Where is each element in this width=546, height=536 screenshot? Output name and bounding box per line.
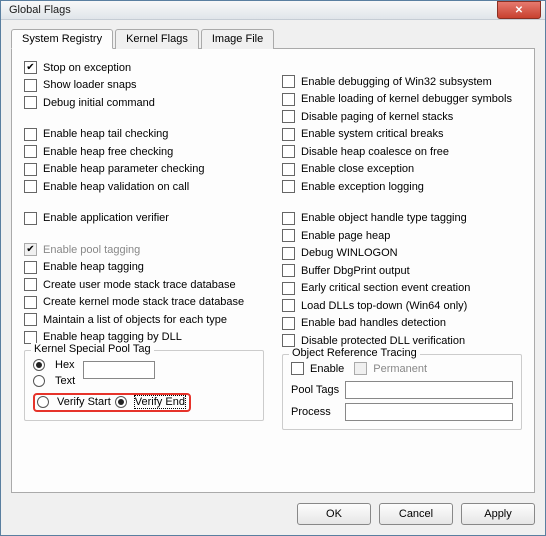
lbl-load-kernel-symbols: Enable loading of kernel debugger symbol… [301, 93, 512, 105]
cb-heap-validation[interactable] [24, 180, 37, 193]
cb-maintain-object-list[interactable] [24, 313, 37, 326]
tab-kernel-flags[interactable]: Kernel Flags [115, 29, 199, 49]
lbl-ort-process: Process [291, 406, 339, 418]
cb-heap-tagging-dll[interactable] [24, 331, 37, 344]
lbl-verify-start: Verify Start [57, 396, 111, 408]
group-title-ort: Object Reference Tracing [289, 347, 420, 359]
lbl-verify-end: Verify End [135, 396, 185, 408]
cb-early-critical-section[interactable] [282, 282, 295, 295]
lbl-disable-paging-kernel-stacks: Disable paging of kernel stacks [301, 111, 453, 123]
lbl-load-dlls-top-down: Load DLLs top-down (Win64 only) [301, 300, 467, 312]
cb-disable-paging-kernel-stacks[interactable] [282, 110, 295, 123]
cb-debug-winlogon[interactable] [282, 247, 295, 260]
radio-verify-start[interactable] [37, 396, 49, 408]
lbl-buffer-dbgprint: Buffer DbgPrint output [301, 265, 410, 277]
close-button[interactable]: ✕ [497, 1, 541, 19]
cb-heap-tail-checking[interactable] [24, 128, 37, 141]
cb-buffer-dbgprint[interactable] [282, 264, 295, 277]
lbl-heap-tagging-dll: Enable heap tagging by DLL [43, 331, 182, 343]
lbl-user-stack-trace-db: Create user mode stack trace database [43, 279, 236, 291]
ok-button[interactable]: OK [297, 503, 371, 525]
cb-bad-handles-detection[interactable] [282, 317, 295, 330]
close-icon: ✕ [515, 5, 523, 16]
cb-load-kernel-symbols[interactable] [282, 93, 295, 106]
cb-close-exception[interactable] [282, 163, 295, 176]
cb-heap-tagging[interactable] [24, 261, 37, 274]
lbl-disable-protected-dll-verify: Disable protected DLL verification [301, 335, 465, 347]
cb-debug-initial-command[interactable] [24, 96, 37, 109]
input-ort-process[interactable] [345, 403, 513, 421]
cb-heap-free-checking[interactable] [24, 145, 37, 158]
lbl-exception-logging: Enable exception logging [301, 181, 424, 193]
lbl-ort-pool-tags: Pool Tags [291, 384, 339, 396]
cb-app-verifier[interactable] [24, 212, 37, 225]
lbl-early-critical-section: Early critical section event creation [301, 282, 470, 294]
lbl-dbg-win32-subsystem: Enable debugging of Win32 subsystem [301, 76, 492, 88]
input-ort-pool-tags[interactable] [345, 381, 513, 399]
group-title-pool: Kernel Special Pool Tag [31, 343, 154, 355]
group-kernel-special-pool-tag: Kernel Special Pool Tag Hex Text Verify … [24, 350, 264, 421]
cb-object-handle-type-tagging[interactable] [282, 212, 295, 225]
lbl-heap-tail-checking: Enable heap tail checking [43, 128, 168, 140]
cb-ort-permanent [354, 362, 367, 375]
cb-show-loader-snaps[interactable] [24, 79, 37, 92]
lbl-ort-permanent: Permanent [373, 363, 427, 375]
lbl-kernel-stack-trace-db: Create kernel mode stack trace database [43, 296, 244, 308]
tabstrip: System Registry Kernel Flags Image File [11, 28, 535, 49]
left-column: ✔ Stop on exception Show loader snaps Deb… [24, 59, 264, 430]
content-area: System Registry Kernel Flags Image File … [1, 20, 545, 497]
input-pool-tag[interactable] [83, 361, 155, 379]
lbl-object-handle-type-tagging: Enable object handle type tagging [301, 212, 467, 224]
cancel-button[interactable]: Cancel [379, 503, 453, 525]
lbl-stop-on-exception: Stop on exception [43, 62, 131, 74]
lbl-show-loader-snaps: Show loader snaps [43, 79, 137, 91]
radio-text[interactable] [33, 375, 45, 387]
cb-disable-protected-dll-verify[interactable] [282, 334, 295, 347]
cb-dbg-win32-subsystem[interactable] [282, 75, 295, 88]
cb-ort-enable[interactable] [291, 362, 304, 375]
cb-stop-on-exception[interactable]: ✔ [24, 61, 37, 74]
radio-hex[interactable] [33, 359, 45, 371]
highlight-verify: Verify Start Verify End [33, 393, 191, 412]
cb-page-heap[interactable] [282, 229, 295, 242]
lbl-bad-handles-detection: Enable bad handles detection [301, 317, 446, 329]
lbl-heap-tagging: Enable heap tagging [43, 261, 144, 273]
lbl-ort-enable: Enable [310, 363, 344, 375]
lbl-heap-free-checking: Enable heap free checking [43, 146, 173, 158]
lbl-heap-validation: Enable heap validation on call [43, 181, 189, 193]
lbl-pool-tagging: Enable pool tagging [43, 244, 140, 256]
lbl-close-exception: Enable close exception [301, 163, 414, 175]
apply-button[interactable]: Apply [461, 503, 535, 525]
cb-exception-logging[interactable] [282, 180, 295, 193]
lbl-app-verifier: Enable application verifier [43, 212, 169, 224]
titlebar: Global Flags ✕ [1, 1, 545, 20]
cb-user-stack-trace-db[interactable] [24, 278, 37, 291]
group-object-reference-tracing: Object Reference Tracing Enable Permanen… [282, 354, 522, 430]
lbl-debug-winlogon: Debug WINLOGON [301, 247, 398, 259]
tab-image-file[interactable]: Image File [201, 29, 274, 49]
radio-verify-end[interactable] [115, 396, 127, 408]
cb-load-dlls-top-down[interactable] [282, 299, 295, 312]
lbl-hex: Hex [55, 359, 75, 371]
tab-panel: ✔ Stop on exception Show loader snaps Deb… [11, 49, 535, 493]
lbl-maintain-object-list: Maintain a list of objects for each type [43, 314, 227, 326]
cb-system-critical-breaks[interactable] [282, 128, 295, 141]
lbl-debug-initial-command: Debug initial command [43, 97, 155, 109]
dialog-window: Global Flags ✕ System Registry Kernel Fl… [0, 0, 546, 536]
cb-disable-heap-coalesce[interactable] [282, 145, 295, 158]
window-title: Global Flags [9, 4, 497, 16]
cb-pool-tagging: ✔ [24, 243, 37, 256]
tab-system-registry[interactable]: System Registry [11, 29, 113, 49]
lbl-page-heap: Enable page heap [301, 230, 390, 242]
lbl-heap-param-checking: Enable heap parameter checking [43, 163, 204, 175]
button-bar: OK Cancel Apply [1, 497, 545, 535]
cb-heap-param-checking[interactable] [24, 163, 37, 176]
right-column: Enable debugging of Win32 subsystem Enab… [282, 59, 522, 430]
lbl-disable-heap-coalesce: Disable heap coalesce on free [301, 146, 449, 158]
lbl-system-critical-breaks: Enable system critical breaks [301, 128, 443, 140]
lbl-text: Text [55, 375, 75, 387]
cb-kernel-stack-trace-db[interactable] [24, 296, 37, 309]
